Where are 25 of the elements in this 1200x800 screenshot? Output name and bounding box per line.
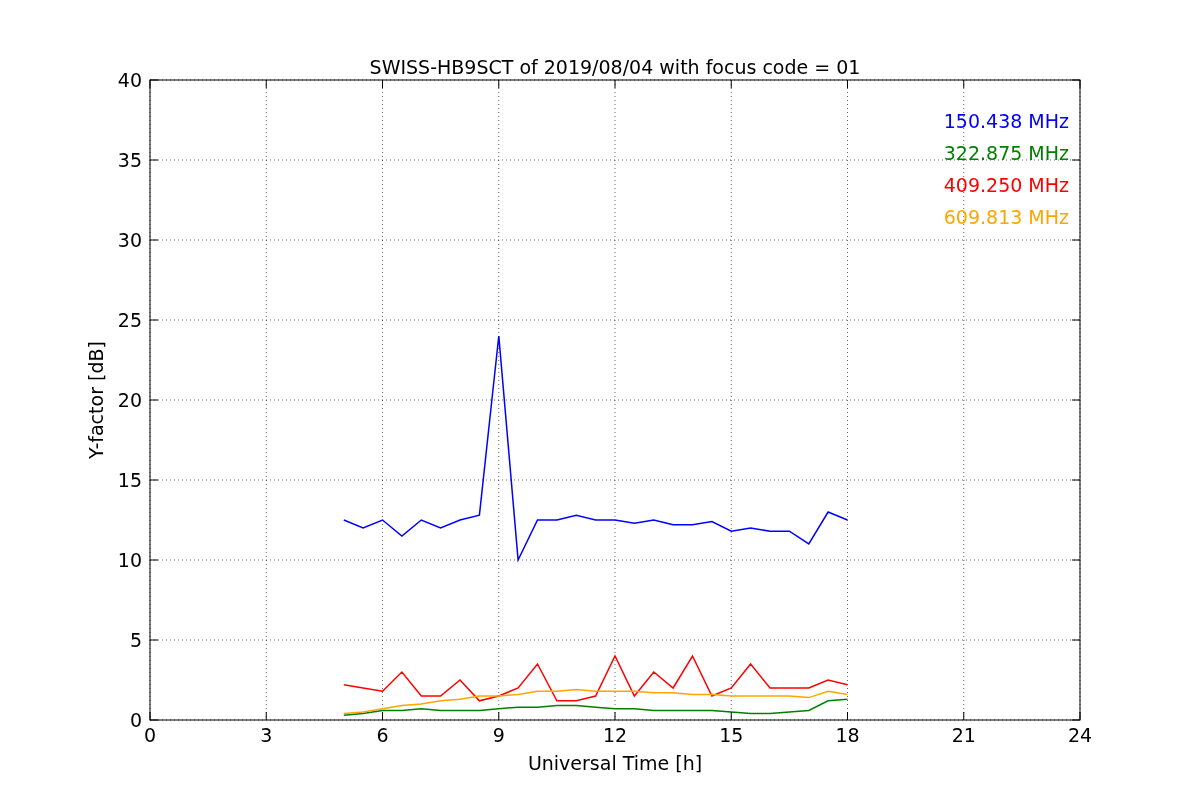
legend-label: 609.813 MHz xyxy=(943,206,1069,228)
y-tick-label: 40 xyxy=(117,69,142,91)
x-tick-label: 15 xyxy=(719,724,744,746)
legend-label: 409.250 MHz xyxy=(943,174,1069,196)
y-tick-label: 30 xyxy=(117,229,142,251)
y-tick-label: 0 xyxy=(129,709,142,731)
y-tick-label: 5 xyxy=(129,629,142,651)
y-tick-label: 20 xyxy=(117,389,142,411)
legend-label: 150.438 MHz xyxy=(943,110,1069,132)
legend-label: 322.875 MHz xyxy=(943,142,1069,164)
y-tick-label: 15 xyxy=(117,469,142,491)
x-tick-label: 6 xyxy=(376,724,389,746)
y-tick-label: 35 xyxy=(117,149,142,171)
x-tick-label: 0 xyxy=(143,724,157,746)
y-tick-label: 25 xyxy=(117,309,142,331)
y-tick-label: 10 xyxy=(117,549,142,571)
x-tick-label: 3 xyxy=(260,724,273,746)
chart-title: SWISS-HB9SCT of 2019/08/04 with focus code = 01 xyxy=(369,56,861,78)
x-tick-label: 9 xyxy=(492,724,505,746)
x-tick-label: 21 xyxy=(951,724,976,746)
x-axis-label: Universal Time [h] xyxy=(527,752,703,774)
x-tick-label: 24 xyxy=(1067,724,1093,746)
x-tick-label: 18 xyxy=(835,724,860,746)
y-axis-label: Y-factor [dB] xyxy=(85,341,107,459)
x-tick-label: 12 xyxy=(602,724,628,746)
